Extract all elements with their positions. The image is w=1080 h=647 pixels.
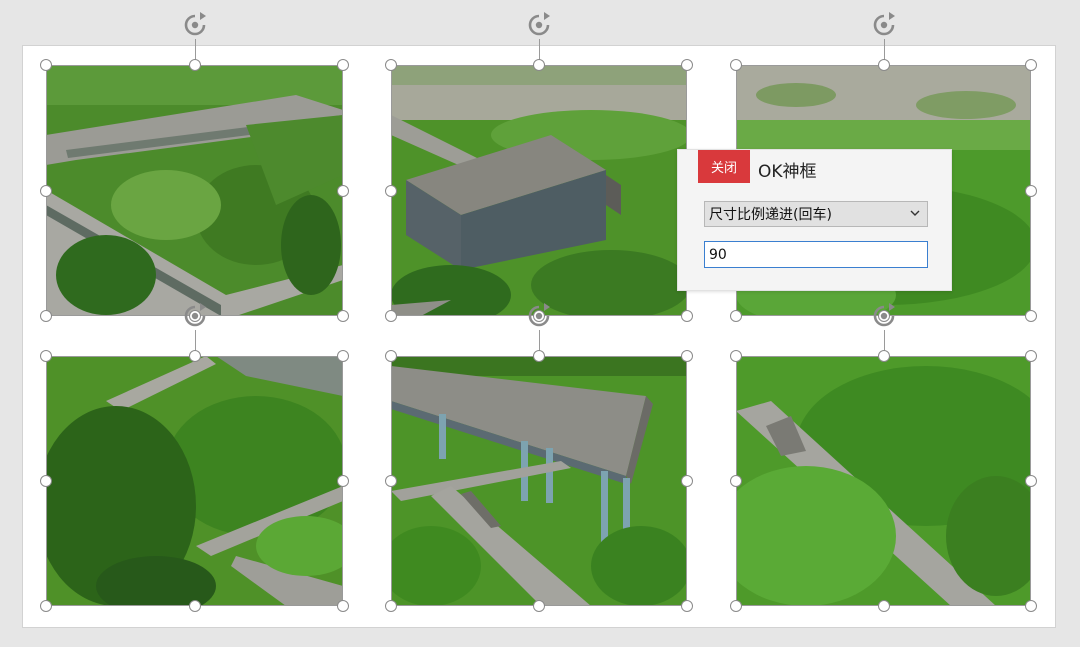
photo-image <box>736 356 1031 606</box>
resize-handle[interactable] <box>385 600 397 612</box>
rotate-handle-icon[interactable] <box>181 302 209 330</box>
resize-handle[interactable] <box>40 475 52 487</box>
resize-handle[interactable] <box>385 184 397 197</box>
resize-handle[interactable] <box>1025 184 1037 197</box>
resize-handle[interactable] <box>730 600 742 612</box>
photo-tile-2[interactable] <box>391 65 687 316</box>
resize-handle[interactable] <box>730 59 742 71</box>
resize-handle[interactable] <box>337 59 349 71</box>
resize-handle[interactable] <box>337 310 349 322</box>
photo-tile-1[interactable] <box>46 65 343 316</box>
resize-handle[interactable] <box>877 600 890 612</box>
resize-handle[interactable] <box>1025 350 1037 362</box>
resize-handle[interactable] <box>877 350 890 362</box>
resize-handle[interactable] <box>385 475 397 487</box>
photo-image <box>46 356 343 606</box>
rotate-handle-icon[interactable] <box>525 302 553 330</box>
resize-handle[interactable] <box>337 600 349 612</box>
photo-tile-6[interactable] <box>736 356 1031 606</box>
resize-handle[interactable] <box>1025 600 1037 612</box>
resize-handle[interactable] <box>681 350 693 362</box>
resize-handle[interactable] <box>337 184 349 197</box>
resize-handle[interactable] <box>385 350 397 362</box>
photo-tile-4[interactable] <box>46 356 343 606</box>
resize-handle[interactable] <box>533 600 545 612</box>
resize-handle[interactable] <box>681 600 693 612</box>
resize-handle[interactable] <box>188 59 201 71</box>
rotate-handle-icon[interactable] <box>525 11 553 39</box>
resize-handle[interactable] <box>877 59 890 71</box>
rotate-handle-icon[interactable] <box>870 11 898 39</box>
resize-handle[interactable] <box>385 59 397 71</box>
resize-handle[interactable] <box>40 59 52 71</box>
resize-handle[interactable] <box>533 59 545 71</box>
resize-handle[interactable] <box>730 350 742 362</box>
resize-handle[interactable] <box>730 475 742 487</box>
resize-handle[interactable] <box>385 310 397 322</box>
close-button[interactable]: 关闭 <box>698 150 750 183</box>
value-input[interactable] <box>704 241 928 268</box>
photo-image <box>46 65 343 316</box>
resize-handle[interactable] <box>1025 310 1037 322</box>
resize-handle[interactable] <box>1025 59 1037 71</box>
resize-handle[interactable] <box>730 310 742 322</box>
ok-dialog-panel: 关闭 OK神框 尺寸比例递进(回车) <box>677 149 952 291</box>
resize-handle[interactable] <box>40 310 52 322</box>
resize-handle[interactable] <box>188 350 201 362</box>
mode-select-value: 尺寸比例递进(回车) <box>709 207 832 223</box>
resize-handle[interactable] <box>681 59 693 71</box>
resize-handle[interactable] <box>681 475 693 487</box>
photo-tile-5[interactable] <box>391 356 687 606</box>
mode-select[interactable]: 尺寸比例递进(回车) <box>704 201 928 227</box>
resize-handle[interactable] <box>1025 475 1037 487</box>
photo-image <box>391 356 687 606</box>
rotate-handle-icon[interactable] <box>870 302 898 330</box>
panel-title: OK神框 <box>758 162 817 182</box>
resize-handle[interactable] <box>188 600 201 612</box>
resize-handle[interactable] <box>681 310 693 322</box>
resize-handle[interactable] <box>40 350 52 362</box>
rotate-handle-icon[interactable] <box>181 11 209 39</box>
resize-handle[interactable] <box>40 600 52 612</box>
resize-handle[interactable] <box>337 350 349 362</box>
resize-handle[interactable] <box>40 184 52 197</box>
photo-image <box>391 65 687 316</box>
resize-handle[interactable] <box>533 350 545 362</box>
resize-handle[interactable] <box>337 475 349 487</box>
chevron-down-icon <box>910 210 920 216</box>
